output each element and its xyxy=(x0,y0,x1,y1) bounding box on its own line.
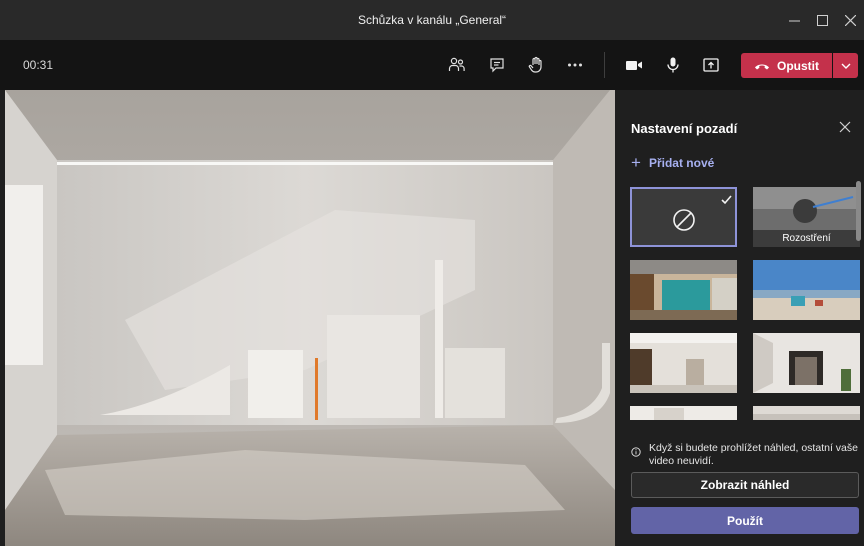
leave-label: Opustit xyxy=(777,58,819,73)
minimize-icon[interactable] xyxy=(780,0,808,40)
notice-text: Když si budete prohlížet náhled, ostatní… xyxy=(649,442,858,467)
background-settings-panel: Nastavení pozadí + Přidat nové Rozostřen… xyxy=(617,90,864,546)
add-new-label: Přidat nové xyxy=(648,156,715,170)
toolbar-divider xyxy=(604,52,605,78)
background-option-plain-room[interactable] xyxy=(753,406,860,420)
video-preview xyxy=(5,90,615,546)
background-option-none[interactable] xyxy=(630,187,737,247)
add-new-button[interactable]: + Přidat nové xyxy=(631,153,715,172)
participants-icon[interactable] xyxy=(446,54,468,76)
more-options-icon[interactable] xyxy=(564,54,586,76)
share-screen-icon[interactable] xyxy=(700,54,722,76)
title-bar: Schůzka v kanálu „General“ xyxy=(0,0,864,40)
meeting-timer: 00:31 xyxy=(23,58,54,72)
leave-button[interactable]: Opustit xyxy=(741,53,832,78)
room-background-image xyxy=(5,90,615,546)
chat-icon[interactable] xyxy=(486,54,508,76)
background-option-loft[interactable] xyxy=(630,333,737,393)
checkmark-icon xyxy=(721,195,732,205)
plus-icon: + xyxy=(631,153,641,172)
info-icon xyxy=(631,447,641,457)
window-title: Schůzka v kanálu „General“ xyxy=(357,13,507,27)
background-option-blur[interactable]: Rozostření xyxy=(753,187,860,247)
meeting-toolbar: 00:31 Opustit xyxy=(0,40,864,90)
background-option-room[interactable] xyxy=(753,333,860,393)
preview-button[interactable]: Zobrazit náhled xyxy=(631,472,859,498)
background-option-beach[interactable] xyxy=(753,260,860,320)
window-controls xyxy=(780,0,864,40)
preview-notice: Když si budete prohlížet náhled, ostatní… xyxy=(631,442,859,468)
blur-label: Rozostření xyxy=(753,230,860,247)
microphone-icon[interactable] xyxy=(662,54,684,76)
camera-icon[interactable] xyxy=(623,54,645,76)
apply-button[interactable]: Použít xyxy=(631,507,859,534)
panel-scrollbar[interactable] xyxy=(856,181,861,241)
teams-meeting-window: Schůzka v kanálu „General“ 00:31 Opustit… xyxy=(0,0,864,546)
maximize-icon[interactable] xyxy=(808,0,836,40)
raise-hand-icon[interactable] xyxy=(525,54,547,76)
background-option-bright-room[interactable] xyxy=(630,406,737,420)
background-option-office[interactable] xyxy=(630,260,737,320)
chevron-down-icon xyxy=(841,63,850,69)
panel-title: Nastavení pozadí xyxy=(631,121,738,136)
leave-options-button[interactable] xyxy=(833,53,858,78)
close-icon[interactable] xyxy=(836,0,864,40)
close-icon[interactable] xyxy=(839,120,853,134)
phone-hangup-icon xyxy=(755,64,769,69)
